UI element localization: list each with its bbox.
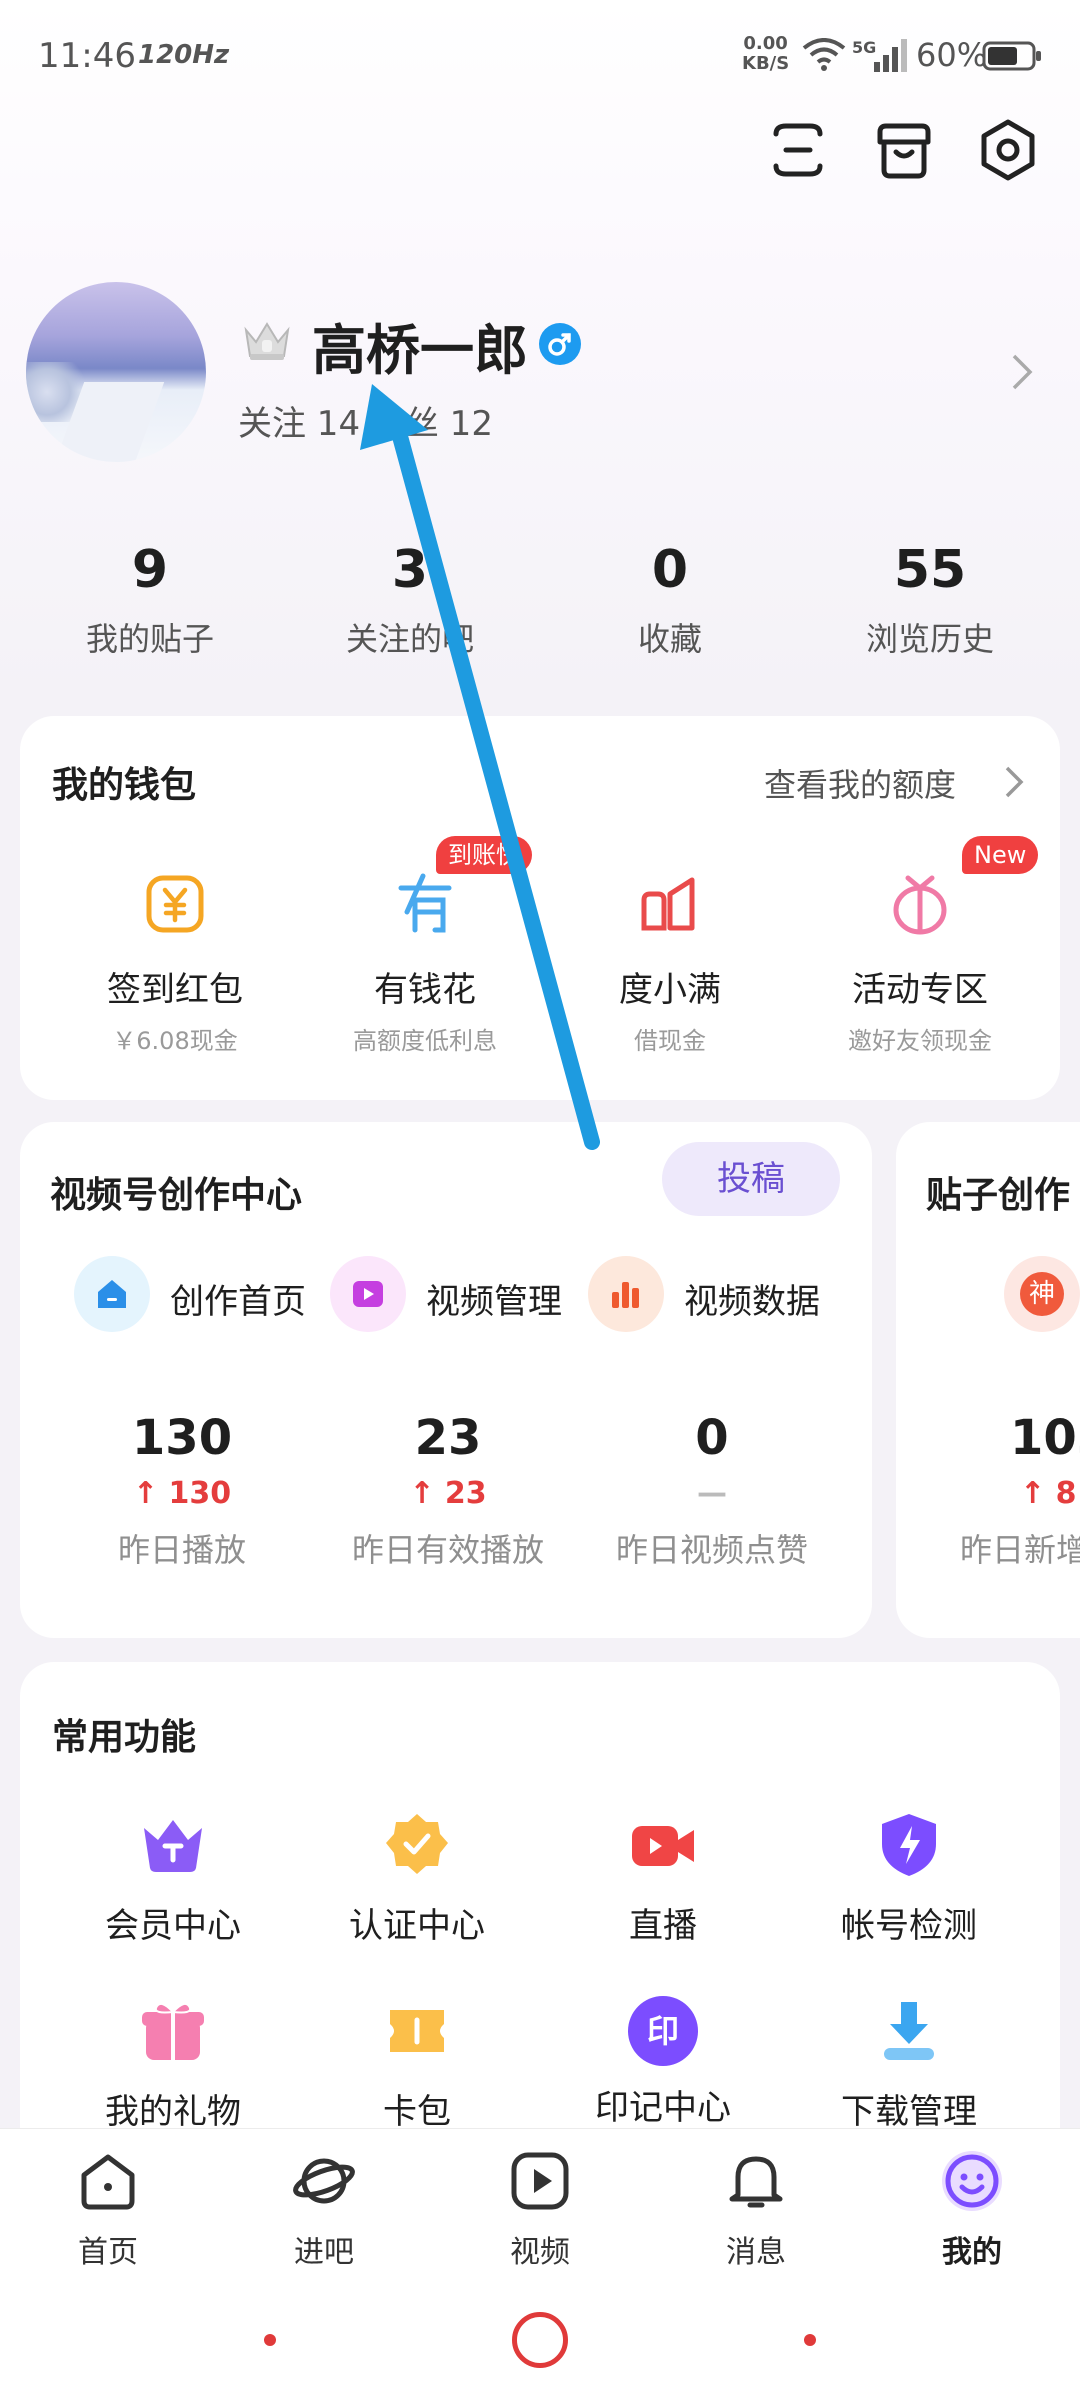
bottom-nav: 首页 进吧 视频 消息 我的: [0, 2128, 1080, 2280]
stat-posts[interactable]: 9 我的贴子: [20, 540, 280, 660]
chevron-right-icon[interactable]: [1002, 764, 1026, 800]
vc-stat-likes[interactable]: 0 — 昨日视频点赞: [582, 1410, 842, 1571]
system-nav-bar: [0, 2280, 1080, 2400]
stat-history[interactable]: 55 浏览历史: [800, 540, 1060, 660]
profile-name[interactable]: 高桥一郎: [312, 306, 528, 385]
nav-bars[interactable]: 进吧: [244, 2149, 404, 2271]
post-center-title: 贴子创作: [926, 1175, 1071, 1216]
follow-stats[interactable]: 关注 14 粉丝 12: [238, 396, 493, 445]
stat-favorites[interactable]: 0 收藏: [540, 540, 800, 660]
nav-video[interactable]: 视频: [460, 2149, 620, 2271]
planet-icon: [293, 2158, 355, 2204]
wallet-quota-link[interactable]: 查看我的额度: [764, 760, 956, 806]
back-dot[interactable]: [264, 2334, 276, 2346]
fn-account-check[interactable]: 帐号检测: [784, 1810, 1034, 1947]
battery-percent: 60%: [916, 36, 988, 74]
vc-stat-effective-plays[interactable]: 23 ↑ 23 昨日有效播放: [318, 1410, 578, 1571]
settings-icon[interactable]: [976, 118, 1040, 182]
badge-new: New: [962, 836, 1039, 874]
fn-card-wallet[interactable]: 卡包: [292, 1996, 542, 2133]
wallet-title: 我的钱包: [52, 765, 197, 806]
fn-member-center[interactable]: 会员中心: [48, 1810, 298, 1947]
yuan-coin-icon: [146, 875, 204, 933]
crown-icon: [244, 322, 290, 360]
live-camera-icon: [632, 1826, 694, 1866]
arrow-up-icon: ↑: [409, 1476, 445, 1511]
ticket-icon: [390, 2010, 444, 2052]
gift-box-icon: [893, 875, 947, 935]
post-center-icon[interactable]: 神: [1004, 1256, 1080, 1332]
fn-verification-center[interactable]: 认证中心: [292, 1810, 542, 1947]
duxiaoman-icon: [641, 877, 695, 931]
avatar[interactable]: [26, 282, 206, 462]
net-speed: 0.00 KB/S: [742, 33, 790, 74]
play-icon: [353, 1281, 383, 1307]
submit-button[interactable]: 投稿: [662, 1142, 840, 1216]
crown-icon: [144, 1820, 202, 1872]
common-functions-title: 常用功能: [52, 1717, 197, 1758]
fn-live[interactable]: 直播: [538, 1810, 788, 1947]
fn-download-manage[interactable]: 下载管理: [784, 1996, 1034, 2133]
battery-icon: [982, 41, 1041, 71]
post-center-stat[interactable]: 103 ↑ 8 昨日新增: [960, 1410, 1080, 1571]
arrow-up-icon: ↑: [132, 1476, 169, 1511]
vc-link-creation-home[interactable]: 创作首页: [74, 1256, 314, 1336]
scan-icon[interactable]: [766, 118, 830, 182]
video-center-title: 视频号创作中心: [50, 1175, 303, 1216]
status-bar: 11:46 120Hz 0.00 KB/S 5G 60%: [0, 0, 1080, 110]
vc-stat-plays[interactable]: 130 ↑ 130 昨日播放: [52, 1410, 312, 1571]
seal-icon: 印: [628, 1996, 698, 2066]
status-time: 11:46: [38, 36, 136, 76]
nav-mine[interactable]: 我的: [892, 2149, 1052, 2271]
home-icon: [98, 1280, 126, 1308]
vc-link-video-data[interactable]: 视频数据: [588, 1256, 828, 1336]
stat-followed-bars[interactable]: 3 关注的吧: [280, 540, 540, 660]
signal-icon: [874, 39, 907, 72]
wallet-activity-zone[interactable]: 活动专区 邀好友领现金: [795, 872, 1045, 1056]
wallet-checkin-redpacket[interactable]: 签到红包 ￥6.08现金: [50, 872, 300, 1056]
chevron-right-icon[interactable]: [1008, 352, 1036, 392]
home-nav-icon: [81, 2154, 135, 2210]
bar-chart-icon: [612, 1282, 639, 1308]
store-icon[interactable]: [872, 118, 936, 182]
recents-dot[interactable]: [804, 2334, 816, 2346]
nav-home[interactable]: 首页: [28, 2149, 188, 2271]
refresh-rate: 120Hz: [138, 40, 230, 70]
badge-fast-arrival: 到账快: [436, 836, 532, 874]
download-icon: [884, 2002, 934, 2060]
fn-my-gifts[interactable]: 我的礼物: [48, 1996, 298, 2133]
shield-icon: [882, 1814, 936, 1876]
wallet-duxiaoman[interactable]: 度小满 借现金: [545, 872, 795, 1056]
home-circle-button[interactable]: [512, 2312, 568, 2368]
smiley-icon: [942, 2151, 1002, 2211]
nav-messages[interactable]: 消息: [676, 2149, 836, 2271]
fn-seal-center[interactable]: 印 印记中心: [538, 1996, 788, 2129]
wallet-youqianhua[interactable]: 有钱花 高额度低利息: [300, 872, 550, 1056]
video-icon: [511, 2152, 569, 2210]
vc-link-video-manage[interactable]: 视频管理: [330, 1256, 570, 1336]
youqianhua-icon: [398, 873, 452, 933]
male-icon: [539, 323, 581, 365]
wifi-icon: [802, 38, 846, 71]
bell-icon: [729, 2156, 783, 2208]
gift-icon: [142, 2002, 204, 2060]
verified-icon: [386, 1814, 448, 1874]
